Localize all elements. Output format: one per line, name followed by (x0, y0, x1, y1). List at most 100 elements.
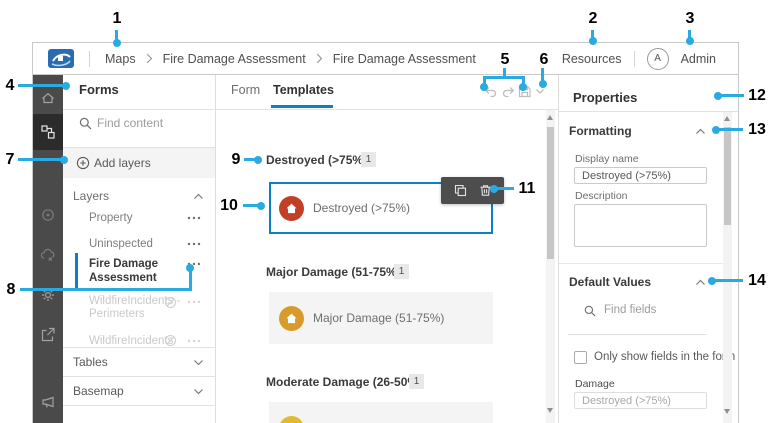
template-count-badge: 1 (394, 264, 409, 279)
default-values-section-header[interactable]: Default Values (569, 275, 651, 289)
divider (216, 109, 558, 110)
left-rail: » (33, 75, 63, 423)
app-window: Maps Fire Damage Assessment Fire Damage … (32, 42, 739, 423)
callout-line (18, 158, 62, 161)
callout-number-9: 9 (224, 150, 248, 170)
scrollbar-down-arrow[interactable] (724, 409, 730, 414)
layer-item-fire-damage-assessment[interactable]: Fire Damage Assessment (89, 257, 181, 285)
callout-dot (519, 83, 527, 91)
callout-number-13: 13 (745, 120, 769, 140)
tables-section-header[interactable]: Tables (73, 355, 108, 369)
save-menu-chevron-down-icon[interactable] (535, 88, 545, 95)
esri-logo-icon[interactable] (48, 49, 74, 68)
major-damage-symbol-icon (279, 306, 304, 331)
scrollbar-thumb[interactable] (547, 127, 554, 259)
template-card-label: Major Damage (51-75%) (313, 311, 444, 325)
only-show-fields-checkbox[interactable] (574, 351, 587, 364)
description-label: Description (575, 190, 628, 202)
template-count-badge: 1 (409, 374, 424, 389)
callout-number-4: 4 (0, 76, 22, 96)
breadcrumb-chevron-icon (316, 53, 323, 64)
layer-item-uninspected[interactable]: Uninspected (89, 238, 153, 250)
callout-dot (257, 202, 265, 210)
add-layers-label: Add layers (94, 156, 151, 170)
offline-maps-icon[interactable] (40, 248, 56, 264)
divider (568, 334, 707, 335)
divider (63, 347, 215, 348)
home-icon[interactable] (40, 90, 56, 106)
description-textarea[interactable] (574, 204, 707, 247)
tab-templates[interactable]: Templates (273, 83, 334, 97)
breadcrumb-maps[interactable]: Maps (105, 52, 136, 66)
search-icon (79, 117, 92, 130)
display-name-label: Display name (575, 153, 639, 165)
forms-icon[interactable] (40, 124, 56, 140)
damage-default-value-input[interactable] (574, 392, 707, 409)
template-card-moderate[interactable] (269, 402, 493, 423)
template-group-title-destroyed: Destroyed (>75%) (266, 153, 367, 167)
find-fields-input[interactable]: Find fields (604, 304, 656, 316)
formatting-section-header[interactable]: Formatting (569, 124, 632, 138)
callout-line (483, 76, 525, 79)
selected-layer-indicator (75, 253, 78, 289)
chevron-down-icon[interactable] (193, 359, 204, 366)
display-name-input[interactable] (574, 167, 707, 184)
admin-menu[interactable]: Admin (681, 52, 716, 66)
template-group-title-major: Major Damage (51-75%) (266, 265, 401, 279)
section-divider (559, 263, 723, 264)
duplicate-icon[interactable] (454, 184, 467, 197)
announcements-icon[interactable] (40, 394, 56, 410)
scrollbar-down-arrow[interactable] (547, 408, 553, 413)
ellipsis-menu-icon[interactable] (187, 242, 201, 246)
callout-number-6: 6 (532, 50, 556, 70)
ellipsis-menu-icon[interactable] (187, 339, 201, 343)
layers-section-header[interactable]: Layers (73, 189, 109, 203)
template-group-title-moderate: Moderate Damage (26-50%) (266, 375, 422, 389)
scrollbar-up-arrow[interactable] (724, 116, 730, 121)
screenshot-canvas: Maps Fire Damage Assessment Fire Damage … (0, 0, 772, 423)
callout-line (189, 270, 192, 291)
find-content-input[interactable]: Find content (97, 116, 163, 130)
header-right-group: Resources A Admin (562, 43, 716, 74)
chevron-up-icon[interactable] (193, 193, 204, 200)
callout-dot (254, 156, 262, 164)
callout-dot (539, 80, 547, 88)
callout-line (18, 84, 64, 87)
redo-icon[interactable] (501, 84, 516, 99)
ellipsis-menu-icon[interactable] (187, 216, 201, 220)
callout-dot (686, 37, 694, 45)
add-circle-icon (76, 156, 90, 170)
callout-number-12: 12 (745, 86, 769, 106)
ellipsis-menu-icon[interactable] (187, 300, 201, 304)
template-card-label: Destroyed (>75%) (313, 201, 410, 215)
template-count-badge: 1 (361, 152, 376, 167)
chevron-up-icon[interactable] (695, 128, 706, 135)
callout-number-5: 5 (493, 50, 517, 70)
chevron-down-icon[interactable] (193, 388, 204, 395)
callout-number-7: 7 (0, 150, 22, 170)
geofences-icon[interactable] (40, 207, 56, 223)
breadcrumb-map-name[interactable]: Fire Damage Assessment (163, 52, 306, 66)
callout-line (243, 204, 258, 207)
layer-item-wildfire-incidents[interactable]: WildfireIncidents (89, 335, 173, 347)
resources-link[interactable]: Resources (562, 52, 622, 66)
basemap-section-header[interactable]: Basemap (73, 384, 124, 398)
chevron-up-icon[interactable] (695, 279, 706, 286)
divider (559, 111, 738, 112)
sharing-icon[interactable] (40, 327, 56, 343)
damage-field-label: Damage (575, 378, 615, 390)
scrollbar-thumb[interactable] (724, 127, 731, 225)
tab-form[interactable]: Form (231, 83, 260, 97)
layer-item-property[interactable]: Property (89, 212, 132, 224)
callout-dot (589, 37, 597, 45)
header-divider (89, 51, 90, 67)
disabled-slash-circle-icon (164, 296, 177, 309)
callout-line (497, 187, 514, 190)
callout-number-10: 10 (217, 196, 241, 216)
breadcrumb: Maps Fire Damage Assessment Fire Damage … (105, 43, 476, 74)
callout-line (715, 279, 743, 282)
avatar[interactable]: A (647, 48, 669, 70)
forms-panel-border (215, 75, 216, 423)
disabled-slash-circle-icon (164, 334, 177, 347)
scrollbar-up-arrow[interactable] (547, 115, 553, 120)
